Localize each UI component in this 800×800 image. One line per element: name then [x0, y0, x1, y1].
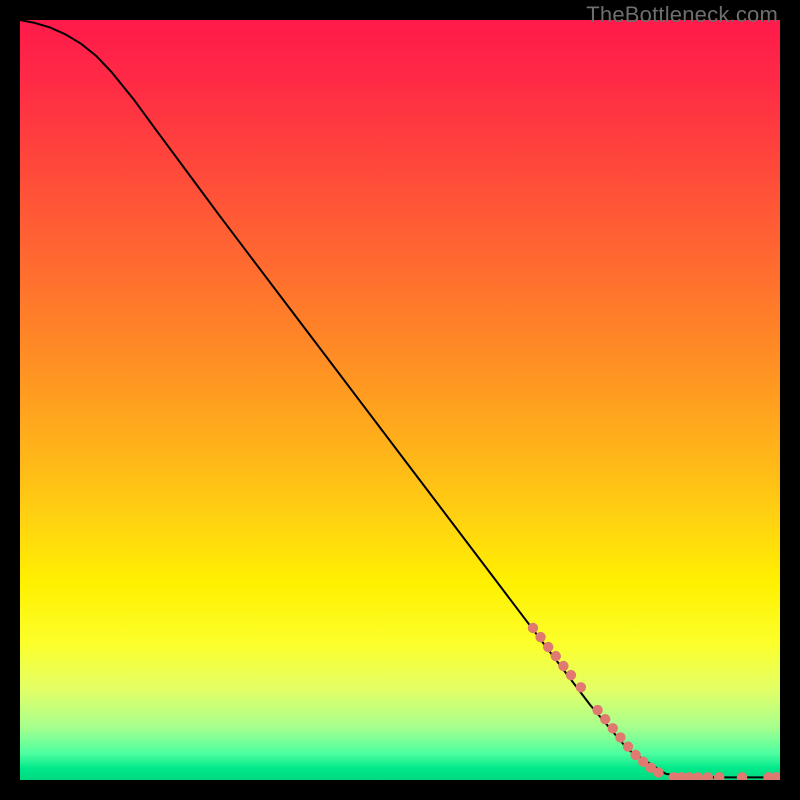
data-marker	[551, 651, 561, 661]
data-marker	[535, 632, 545, 642]
chart-frame	[20, 20, 780, 780]
data-marker	[592, 705, 602, 715]
data-marker	[600, 714, 610, 724]
data-marker	[615, 732, 625, 742]
data-marker	[608, 723, 618, 733]
chart-background	[20, 20, 780, 780]
watermark-text: TheBottleneck.com	[586, 2, 778, 28]
data-marker	[528, 623, 538, 633]
data-marker	[566, 670, 576, 680]
data-marker	[623, 741, 633, 751]
data-marker	[653, 767, 663, 777]
data-marker	[576, 682, 586, 692]
data-marker	[558, 661, 568, 671]
data-marker	[543, 642, 553, 652]
chart-canvas	[20, 20, 780, 780]
